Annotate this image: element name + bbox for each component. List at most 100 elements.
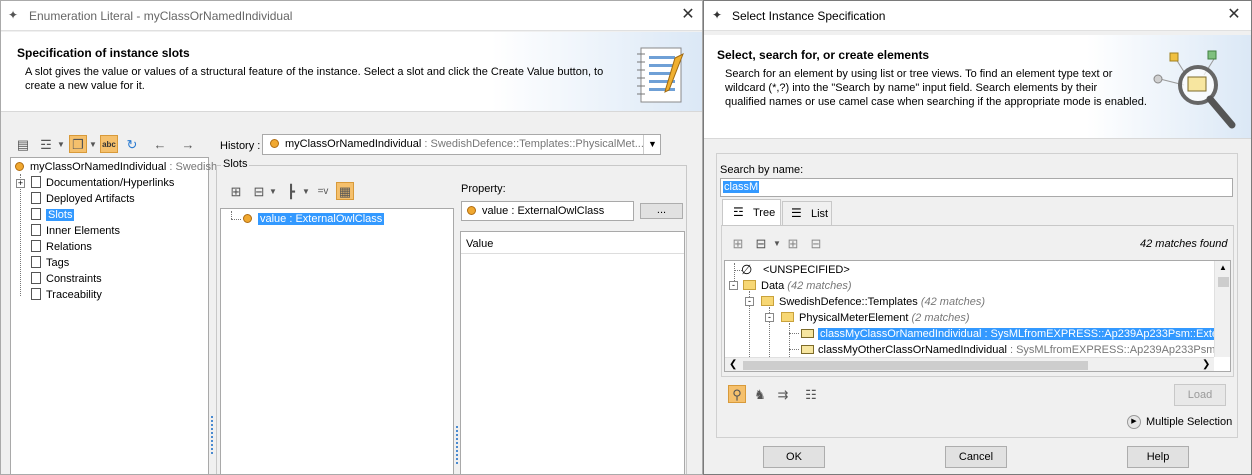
dropdown-arrow-icon[interactable]: ▼ — [302, 183, 310, 201]
play-icon[interactable]: ▶ — [1127, 415, 1141, 429]
multiple-selection-toggle[interactable]: Multiple Selection — [1146, 416, 1232, 428]
history-combobox[interactable]: myClassOrNamedIndividual : SwedishDefenc… — [262, 134, 661, 155]
splitter-handle[interactable] — [211, 416, 213, 454]
search-mode-icon[interactable]: ⚲ — [728, 385, 746, 403]
result-row-label: classMyClassOrNamedIndividual : SysMLfro… — [818, 328, 1230, 340]
value-column-header[interactable]: Value — [461, 232, 684, 254]
camel-case-icon[interactable]: ♞ — [751, 386, 769, 404]
dropdown-arrow-icon[interactable]: ▼ — [57, 136, 65, 154]
collapse-icon[interactable]: - — [765, 313, 774, 322]
chevron-down-icon[interactable]: ▼ — [643, 135, 661, 154]
splitter-handle[interactable] — [456, 426, 458, 464]
horizontal-scrollbar[interactable]: ❮ ❯ — [725, 357, 1214, 371]
qualified-name-icon[interactable]: ⇉ — [774, 386, 792, 404]
load-button[interactable]: Load — [1174, 384, 1226, 406]
result-row-label: Data — [761, 280, 785, 292]
scroll-left-icon[interactable]: ❮ — [729, 359, 737, 370]
search-elements-icon — [1153, 50, 1236, 129]
collapse-all-icon[interactable]: ⊟ — [250, 183, 268, 201]
dropdown-arrow-icon[interactable]: ▼ — [773, 235, 781, 253]
right-title-bar[interactable]: ✦ Select Instance Specification ✕ — [704, 1, 1251, 31]
filter-icon[interactable]: ☷ — [802, 386, 820, 404]
expand-selected-icon[interactable]: ⊞ — [784, 235, 802, 253]
result-row-physical-meter[interactable]: PhysicalMeterElement (2 matches) — [781, 310, 970, 326]
result-row-class-my-other[interactable]: classMyOtherClassOrNamedIndividual : Sys… — [801, 342, 1231, 358]
tree-item-label: Deployed Artifacts — [46, 193, 135, 205]
tab-tree-label: Tree — [753, 207, 776, 219]
navigation-tree[interactable]: myClassOrNamedIndividual : Swedish + Doc… — [10, 157, 217, 474]
enumeration-literal-icon — [801, 329, 814, 338]
result-row-label: SwedishDefence::Templates — [779, 296, 918, 308]
vertical-scrollbar[interactable]: ▲ — [1214, 261, 1230, 357]
tab-tree[interactable]: ☲ Tree — [722, 199, 781, 225]
scroll-right-icon[interactable]: ❯ — [1202, 359, 1210, 370]
scroll-up-icon[interactable]: ▲ — [1219, 263, 1227, 272]
tree-item-documentation[interactable]: Documentation/Hyperlinks — [31, 175, 174, 191]
results-tree[interactable]: ∅ <UNSPECIFIED> - Data (42 matches) - Sw… — [724, 260, 1231, 372]
slot-item[interactable]: value : ExternalOwlClass — [243, 211, 385, 227]
result-row-count: (2 matches) — [908, 312, 970, 324]
tree-guide — [789, 333, 799, 334]
spellcheck-icon[interactable]: abc — [100, 135, 118, 153]
collapse-icon[interactable]: - — [729, 281, 738, 290]
refresh-icon[interactable]: ↻ — [123, 136, 141, 154]
tree-item-slots[interactable]: Slots — [31, 207, 75, 223]
result-row-qualifier: : SysMLfromEXPRESS::Ap239Ap233Psm::Ex — [1006, 344, 1231, 356]
scroll-thumb[interactable] — [1218, 277, 1229, 287]
result-row-unspecified[interactable]: ∅ <UNSPECIFIED> — [741, 262, 850, 278]
property-browse-button[interactable]: ... — [640, 203, 683, 219]
result-row-data[interactable]: Data (42 matches) — [743, 278, 852, 294]
left-title-bar[interactable]: ✦ Enumeration Literal - myClassOrNamedIn… — [1, 1, 702, 31]
left-banner-description: A slot gives the value or values of a st… — [25, 65, 603, 93]
grid-view-icon[interactable]: ▦ — [336, 182, 354, 200]
slot-icon — [243, 214, 252, 223]
tree-item-inner-elements[interactable]: Inner Elements — [31, 223, 120, 239]
create-value-icon[interactable]: =v — [314, 183, 332, 201]
back-arrow-icon[interactable]: ← — [151, 136, 169, 154]
history-value-qualifier: : SwedishDefence::Templates::PhysicalMet… — [421, 138, 644, 150]
tree-guide — [231, 211, 232, 219]
result-row-label: <UNSPECIFIED> — [763, 264, 850, 276]
tree-view-icon[interactable]: ▤ — [14, 136, 32, 154]
ok-button[interactable]: OK — [763, 446, 825, 468]
tab-list[interactable]: ☰ List — [782, 201, 832, 225]
expand-all-icon[interactable]: ⊞ — [729, 235, 747, 253]
result-row-class-my-class[interactable]: classMyClassOrNamedIndividual : SysMLfro… — [801, 326, 1230, 342]
right-close-icon[interactable]: ✕ — [1224, 5, 1244, 25]
dropdown-arrow-icon[interactable]: ▼ — [269, 183, 277, 201]
help-button[interactable]: Help — [1127, 446, 1189, 468]
tree-root[interactable]: myClassOrNamedIndividual : Swedish — [15, 159, 217, 175]
tree-item-traceability[interactable]: Traceability — [31, 287, 102, 303]
hierarchy-icon[interactable]: ☲ — [37, 136, 55, 154]
forward-arrow-icon[interactable]: → — [179, 136, 197, 154]
collapse-icon[interactable]: - — [745, 297, 754, 306]
instance-icon — [270, 139, 279, 148]
search-input[interactable]: classM — [720, 178, 1233, 197]
right-banner-desc-line2: wildcard (*,?) into the "Search by name"… — [725, 82, 1098, 94]
slots-tree[interactable]: value : ExternalOwlClass — [220, 208, 454, 474]
left-close-icon[interactable]: ✕ — [678, 5, 698, 25]
right-window-title: Select Instance Specification — [732, 9, 886, 23]
expand-all-icon[interactable]: ⊞ — [227, 183, 245, 201]
collapse-all-icon[interactable]: ⊟ — [752, 235, 770, 253]
dropdown-arrow-icon[interactable]: ▼ — [89, 136, 97, 154]
scroll-thumb[interactable] — [743, 361, 1088, 370]
package-icon — [761, 296, 774, 306]
property-field[interactable]: value : ExternalOwlClass — [461, 201, 634, 221]
history-label: History : — [220, 140, 261, 152]
tree-item-tags[interactable]: Tags — [31, 255, 69, 271]
matches-count: 42 matches found — [1140, 238, 1228, 250]
expand-icon[interactable]: + — [16, 179, 25, 188]
structure-icon[interactable]: ┣ — [282, 183, 300, 201]
collapse-selected-icon[interactable]: ⊟ — [807, 235, 825, 253]
result-row-templates[interactable]: SwedishDefence::Templates (42 matches) — [761, 294, 985, 310]
result-row-label: classMyOtherClassOrNamedIndividual — [818, 344, 1007, 356]
tree-item-deployed-artifacts[interactable]: Deployed Artifacts — [31, 191, 135, 207]
instance-icon — [15, 162, 24, 171]
tree-item-constraints[interactable]: Constraints — [31, 271, 102, 287]
copy-icon[interactable]: ❐ — [69, 135, 87, 153]
value-table[interactable]: Value — [460, 231, 685, 474]
cancel-button[interactable]: Cancel — [945, 446, 1007, 468]
page-icon — [31, 240, 41, 252]
tree-item-relations[interactable]: Relations — [31, 239, 92, 255]
